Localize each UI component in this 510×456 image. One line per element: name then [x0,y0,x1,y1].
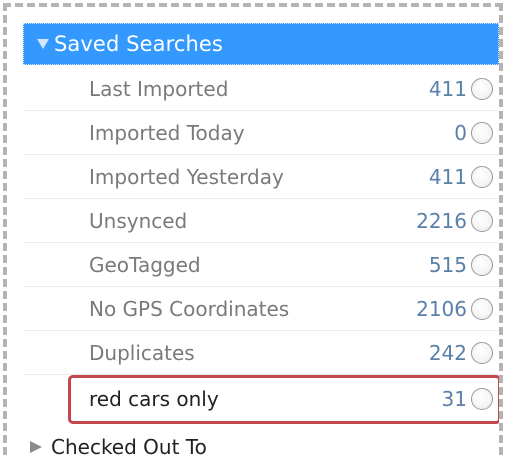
checked-out-to-header[interactable]: Checked Out To [23,428,499,455]
radio-circle-icon[interactable] [471,253,493,276]
saved-search-count: 31 [441,387,467,411]
checked-out-to-title: Checked Out To [51,435,207,455]
radio-circle-icon[interactable] [471,297,493,320]
saved-search-item-duplicates[interactable]: Duplicates 242 [23,331,499,375]
saved-search-count: 2216 [416,208,467,233]
saved-search-item-no-gps-coordinates[interactable]: No GPS Coordinates 2106 [23,287,499,331]
radio-circle-icon[interactable] [471,77,493,100]
saved-search-item-geotagged[interactable]: GeoTagged 515 [23,243,499,287]
saved-searches-title: Saved Searches [54,32,223,56]
saved-search-item-imported-yesterday[interactable]: Imported Yesterday 411 [23,155,499,199]
saved-search-count: 515 [428,252,467,277]
saved-search-label: Unsynced [89,208,188,233]
saved-search-label: red cars only [89,387,219,411]
dashed-frame: Saved Searches Last Imported 411 Importe… [3,3,503,455]
saved-search-item-red-cars-only[interactable]: red cars only 31 [23,377,499,421]
radio-circle-icon[interactable] [471,121,493,144]
radio-circle-icon[interactable] [471,388,493,410]
saved-search-count: 411 [428,164,467,189]
saved-search-label: GeoTagged [89,252,201,277]
radio-circle-icon[interactable] [471,165,493,188]
radio-circle-icon[interactable] [471,209,493,232]
saved-search-count: 242 [428,340,467,365]
radio-circle-icon[interactable] [471,341,493,364]
triangle-right-icon[interactable] [25,441,47,453]
saved-search-label: No GPS Coordinates [89,296,290,321]
saved-search-item-last-imported[interactable]: Last Imported 411 [23,67,499,111]
saved-search-count: 0 [454,120,467,145]
saved-search-label: Duplicates [89,340,195,365]
saved-search-label: Last Imported [89,76,229,101]
saved-search-count: 411 [428,76,467,101]
triangle-down-icon[interactable] [32,39,54,49]
saved-search-label: Imported Today [89,120,245,145]
saved-search-item-imported-today[interactable]: Imported Today 0 [23,111,499,155]
saved-search-item-unsynced[interactable]: Unsynced 2216 [23,199,499,243]
saved-search-count: 2106 [416,296,467,321]
saved-search-label: Imported Yesterday [89,164,284,189]
saved-searches-header[interactable]: Saved Searches [23,23,499,65]
saved-searches-panel: Saved Searches Last Imported 411 Importe… [17,23,499,455]
